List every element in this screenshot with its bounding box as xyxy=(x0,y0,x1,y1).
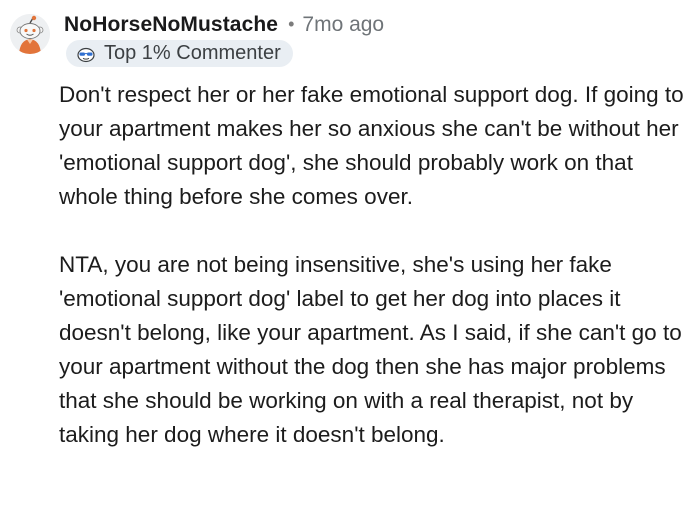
timestamp[interactable]: 7mo ago xyxy=(302,13,384,37)
sunglasses-snoo-icon xyxy=(77,47,95,62)
username-link[interactable]: NoHorseNoMustache xyxy=(64,13,278,37)
badge-label: Top 1% Commenter xyxy=(104,42,281,64)
snoo-avatar-icon xyxy=(10,14,50,54)
comment: NoHorseNoMustache • 7mo ago Top 1% Comme… xyxy=(0,0,700,521)
comment-paragraph-1: Don't respect her or her fake emotional … xyxy=(59,82,684,209)
top-commenter-badge[interactable]: Top 1% Commenter xyxy=(66,40,293,67)
comment-header: NoHorseNoMustache • 7mo ago xyxy=(64,11,384,39)
separator-dot: • xyxy=(288,13,295,34)
comment-body: Don't respect her or her fake emotional … xyxy=(59,78,691,452)
avatar[interactable] xyxy=(10,14,50,54)
comment-paragraph-2: NTA, you are not being insensitive, she'… xyxy=(59,252,682,447)
